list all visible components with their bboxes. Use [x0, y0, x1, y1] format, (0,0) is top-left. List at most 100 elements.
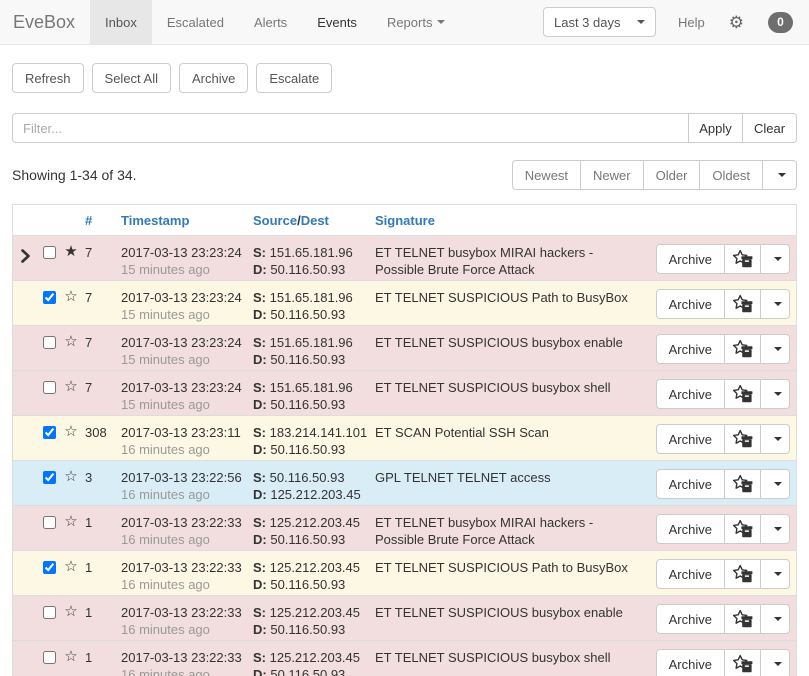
sort-newest-button[interactable]: Newest	[512, 160, 581, 190]
apply-button[interactable]: Apply	[688, 113, 743, 143]
escalate-archive-button[interactable]	[724, 424, 761, 454]
dest-ip: 50.116.50.93	[270, 667, 345, 676]
escalate-archive-button[interactable]	[724, 469, 761, 499]
event-row[interactable]: ☆ 1 2017-03-13 23:22:33 16 minutes ago S…	[13, 640, 796, 676]
source-label: S:	[253, 290, 266, 305]
event-row[interactable]: ☆ 1 2017-03-13 23:22:33 16 minutes ago S…	[13, 550, 796, 595]
nav-item-escalated[interactable]: Escalated	[152, 0, 239, 44]
escalate-archive-button[interactable]	[724, 334, 761, 364]
star-icon[interactable]: ☆	[61, 416, 83, 460]
row-more-button[interactable]	[760, 559, 790, 589]
star-icon[interactable]: ☆	[61, 371, 83, 415]
event-row[interactable]: ☆ 7 2017-03-13 23:23:24 15 minutes ago S…	[13, 370, 796, 415]
row-select-checkbox[interactable]	[43, 606, 56, 619]
event-count-badge[interactable]: 0	[768, 12, 793, 33]
row-more-button[interactable]	[760, 649, 790, 676]
archive-button[interactable]: Archive	[656, 649, 725, 676]
gear-icon[interactable]: ⚙	[729, 14, 744, 31]
row-more-button[interactable]	[760, 289, 790, 319]
dest-ip: 50.116.50.93	[270, 532, 345, 547]
star-icon[interactable]: ☆	[61, 461, 83, 505]
row-select-checkbox[interactable]	[43, 426, 56, 439]
escalate-archive-button[interactable]	[724, 649, 761, 676]
nav-item-events[interactable]: Events	[302, 0, 372, 44]
row-select-checkbox[interactable]	[43, 516, 56, 529]
escalate-button[interactable]: Escalate	[256, 63, 332, 93]
escalate-archive-button[interactable]	[724, 244, 761, 274]
sort-more-button[interactable]	[762, 160, 797, 190]
row-more-button[interactable]	[760, 514, 790, 544]
row-select-checkbox[interactable]	[43, 561, 56, 574]
event-row[interactable]: ☆ 308 2017-03-13 23:23:11 16 minutes ago…	[13, 415, 796, 460]
header-count[interactable]: #	[83, 205, 119, 235]
escalate-archive-button[interactable]	[724, 379, 761, 409]
caret-down-icon	[774, 392, 782, 396]
event-row[interactable]: ★ 7 2017-03-13 23:23:24 15 minutes ago S…	[13, 235, 796, 280]
archive-button[interactable]: Archive	[656, 289, 725, 319]
star-icon[interactable]: ★	[61, 236, 83, 280]
caret-down-icon	[774, 572, 782, 576]
nav-item-reports[interactable]: Reports	[372, 0, 461, 44]
row-more-button[interactable]	[760, 469, 790, 499]
star-icon[interactable]: ☆	[61, 326, 83, 370]
row-actions: Archive	[651, 641, 796, 676]
star-icon[interactable]: ☆	[61, 641, 83, 676]
event-row[interactable]: ☆ 3 2017-03-13 23:22:56 16 minutes ago S…	[13, 460, 796, 505]
event-row[interactable]: ☆ 7 2017-03-13 23:23:24 15 minutes ago S…	[13, 325, 796, 370]
nav-item-inbox[interactable]: Inbox	[90, 0, 152, 44]
archive-button[interactable]: Archive	[656, 559, 725, 589]
event-row[interactable]: ☆ 1 2017-03-13 23:22:33 16 minutes ago S…	[13, 595, 796, 640]
event-count: 7	[83, 281, 119, 325]
nav-item-alerts[interactable]: Alerts	[239, 0, 302, 44]
clear-button[interactable]: Clear	[742, 113, 797, 143]
header-timestamp[interactable]: Timestamp	[119, 205, 251, 235]
archive-button[interactable]: Archive	[656, 244, 725, 274]
archive-button[interactable]: Archive	[656, 514, 725, 544]
row-select-checkbox[interactable]	[43, 291, 56, 304]
row-more-button[interactable]	[760, 334, 790, 364]
help-link[interactable]: Help	[678, 15, 705, 30]
escalate-archive-button[interactable]	[724, 289, 761, 319]
row-select-checkbox[interactable]	[43, 651, 56, 664]
sort-newer-button[interactable]: Newer	[580, 160, 644, 190]
archive-button[interactable]: Archive	[656, 604, 725, 634]
row-more-button[interactable]	[760, 424, 790, 454]
filter-input[interactable]	[12, 113, 689, 143]
header-source-dest[interactable]: Source/Dest	[251, 205, 373, 235]
app-brand[interactable]: EveBox	[0, 0, 90, 44]
time-range-select[interactable]: Last 3 days	[543, 7, 656, 37]
sort-oldest-button[interactable]: Oldest	[699, 160, 763, 190]
archive-button[interactable]: Archive	[656, 424, 725, 454]
row-select-checkbox[interactable]	[43, 471, 56, 484]
archive-button[interactable]: Archive	[656, 334, 725, 364]
escalate-archive-button[interactable]	[724, 604, 761, 634]
star-icon[interactable]: ☆	[61, 506, 83, 550]
event-row[interactable]: ☆ 7 2017-03-13 23:23:24 15 minutes ago S…	[13, 280, 796, 325]
row-select-checkbox[interactable]	[43, 246, 56, 259]
star-icon[interactable]: ☆	[61, 281, 83, 325]
signature-text: ET TELNET busybox MIRAI hackers - Possib…	[373, 506, 651, 550]
row-more-button[interactable]	[760, 604, 790, 634]
header-signature[interactable]: Signature	[373, 205, 651, 235]
sort-older-button[interactable]: Older	[643, 160, 701, 190]
row-select-checkbox[interactable]	[43, 381, 56, 394]
event-count: 1	[83, 506, 119, 550]
source-label: S:	[253, 245, 266, 260]
signature-text: ET SCAN Potential SSH Scan	[373, 416, 651, 460]
escalate-archive-button[interactable]	[724, 514, 761, 544]
relative-time: 16 minutes ago	[121, 441, 247, 458]
star-icon[interactable]: ☆	[61, 596, 83, 640]
row-select-checkbox[interactable]	[43, 336, 56, 349]
archive-button[interactable]: Archive	[179, 63, 248, 93]
refresh-button[interactable]: Refresh	[12, 63, 84, 93]
archive-button[interactable]: Archive	[656, 469, 725, 499]
escalate-archive-button[interactable]	[724, 559, 761, 589]
select-all-button[interactable]: Select All	[92, 63, 171, 93]
caret-down-icon	[774, 437, 782, 441]
timestamp-cell: 2017-03-13 23:23:24 15 minutes ago	[119, 281, 251, 325]
row-more-button[interactable]	[760, 379, 790, 409]
archive-button[interactable]: Archive	[656, 379, 725, 409]
event-row[interactable]: ☆ 1 2017-03-13 23:22:33 16 minutes ago S…	[13, 505, 796, 550]
star-icon[interactable]: ☆	[61, 551, 83, 595]
row-more-button[interactable]	[760, 244, 790, 274]
